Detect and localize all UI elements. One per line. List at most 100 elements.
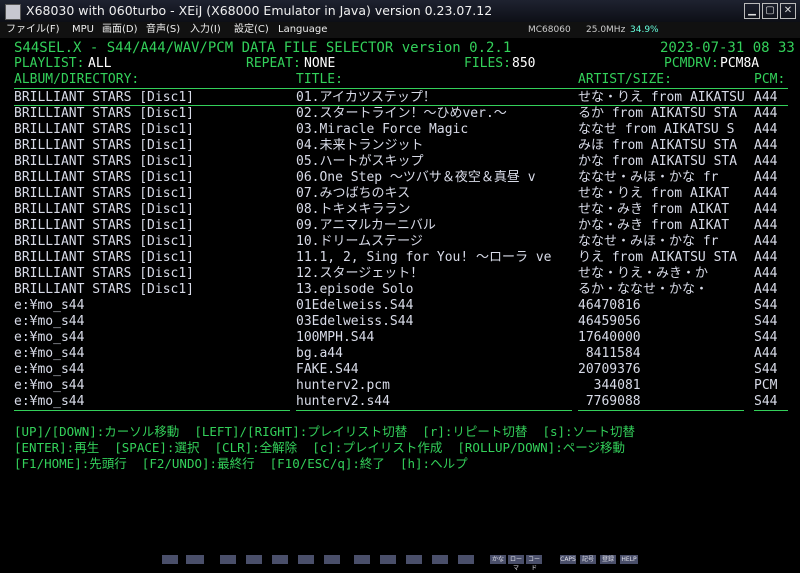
function-key-bar: かな ローマ コード CAPS 記号 登録 HELP — [0, 552, 800, 572]
cell-pcm: A44 — [754, 170, 778, 185]
cell-album: BRILLIANT STARS [Disc1] — [14, 138, 195, 153]
table-row[interactable]: BRILLIANT STARS [Disc1] 10.ドリームステージ ななせ・みほ… — [0, 234, 800, 250]
table-row[interactable]: BRILLIANT STARS [Disc1] 05.ハートがスキップ かな fro… — [0, 154, 800, 170]
cell-title: 11.1, 2, Sing for You! ～ローラ ve — [296, 250, 552, 265]
menu-settings[interactable]: 設定(C) — [234, 22, 269, 38]
pcmdrv-value: PCM8A — [720, 56, 760, 71]
cell-artist: 8411584 — [578, 346, 641, 361]
cell-pcm: A44 — [754, 250, 778, 265]
fkey-f6[interactable] — [354, 555, 370, 564]
window-titlebar: X68030 with 060turbo - XEiJ (X68000 Emul… — [0, 0, 800, 22]
fkey-kana[interactable]: かな — [490, 555, 506, 564]
menu-sound[interactable]: 音声(S) — [146, 22, 180, 38]
menu-language[interactable]: Language — [278, 22, 327, 38]
table-row[interactable]: BRILLIANT STARS [Disc1] 12.スタージェット！ せな・りえ・… — [0, 266, 800, 282]
menu-file[interactable]: ファイル(F) — [6, 22, 60, 38]
cell-pcm: S44 — [754, 362, 778, 377]
header-divider — [14, 88, 788, 89]
cpu-model: MC68060 — [528, 25, 571, 35]
menu-screen[interactable]: 画面(D) — [102, 22, 138, 38]
table-row[interactable]: BRILLIANT STARS [Disc1] 09.アニマルカーニバル かな・みき… — [0, 218, 800, 234]
menu-input[interactable]: 入力(I) — [190, 22, 221, 38]
cell-title: hunterv2.s44 — [296, 394, 390, 409]
emulator-screen[interactable]: S44SEL.X - S44/A44/WAV/PCM DATA FILE SEL… — [0, 38, 800, 552]
list-bottom-line-pcm — [754, 410, 788, 411]
cell-title: 04.未来トランジット — [296, 138, 424, 153]
cell-artist: ななせ・みほ・かな fr — [578, 170, 719, 185]
table-row[interactable]: e:¥mo_s44 100MPH.S44 17640000 S44 — [0, 330, 800, 346]
fkey-f3[interactable] — [272, 555, 288, 564]
cell-album: BRILLIANT STARS [Disc1] — [14, 202, 195, 217]
fkey-f7[interactable] — [380, 555, 396, 564]
table-row[interactable]: e:¥mo_s44 FAKE.S44 20709376 S44 — [0, 362, 800, 378]
fkey-romaji[interactable]: ローマ — [508, 555, 524, 572]
table-row[interactable]: BRILLIANT STARS [Disc1] 13.episode Solo るか… — [0, 282, 800, 298]
playlist-value: ALL — [88, 56, 112, 71]
cell-artist: せな・りえ from AIKATSU — [578, 90, 744, 105]
app-header: S44SEL.X - S44/A44/WAV/PCM DATA FILE SEL… — [0, 40, 800, 56]
fkey-f8[interactable] — [406, 555, 422, 564]
cell-artist: かな・みき from AIKAT — [578, 218, 730, 233]
fkey-f5[interactable] — [324, 555, 340, 564]
cell-title: 01.アイカツステップ！ — [296, 90, 436, 105]
help-line-2: [ENTER]:再生 [SPACE]:選択 [CLR]:全解除 [c]:プレイリ… — [14, 440, 625, 455]
cell-artist: ななせ from AIKATSU S — [578, 122, 735, 137]
fkey-help[interactable]: HELP — [620, 555, 638, 564]
cell-title: 08.トキメキララン — [296, 202, 411, 217]
table-row[interactable]: BRILLIANT STARS [Disc1] 11.1, 2, Sing for… — [0, 250, 800, 266]
cell-artist: りえ from AIKATSU STA — [578, 250, 738, 265]
table-row[interactable]: BRILLIANT STARS [Disc1] 01.アイカツステップ！ せな・りえ… — [0, 90, 800, 106]
table-row[interactable]: e:¥mo_s44 hunterv2.pcm 344081 PCM — [0, 378, 800, 394]
table-row[interactable]: BRILLIANT STARS [Disc1] 02.スタートライン！～ひめver… — [0, 106, 800, 122]
fkey-code[interactable]: コード — [526, 555, 542, 572]
app-heading: S44SEL.X - S44/A44/WAV/PCM DATA FILE SEL… — [14, 40, 512, 56]
table-row[interactable]: e:¥mo_s44 01Edelweiss.S44 46470816 S44 — [0, 298, 800, 314]
cpu-frequency: 25.0MHz — [586, 25, 626, 35]
cell-pcm: A44 — [754, 154, 778, 169]
cell-pcm: A44 — [754, 346, 778, 361]
playlist-label: PLAYLIST: — [14, 56, 85, 71]
cell-pcm: A44 — [754, 106, 778, 121]
column-headers: ALBUM/DIRECTORY: TITLE: ARTIST/SIZE: PCM… — [0, 72, 800, 88]
list-bottom-line-album — [14, 410, 290, 411]
fkey-f9[interactable] — [432, 555, 448, 564]
cell-artist: るか from AIKATSU STA — [578, 106, 738, 121]
fkey-copy[interactable] — [186, 555, 204, 564]
cell-pcm: A44 — [754, 218, 778, 233]
maximize-icon[interactable]: ▢ — [762, 3, 778, 19]
cell-pcm: A44 — [754, 266, 778, 281]
table-row[interactable]: e:¥mo_s44 03Edelweiss.S44 46459056 S44 — [0, 314, 800, 330]
cell-album: BRILLIANT STARS [Disc1] — [14, 186, 195, 201]
table-row[interactable]: e:¥mo_s44 bg.a44 8411584 A44 — [0, 346, 800, 362]
cell-artist: 17640000 — [578, 330, 641, 345]
cell-pcm: A44 — [754, 90, 778, 105]
list-bottom-line-title — [296, 410, 572, 411]
table-row[interactable]: e:¥mo_s44 hunterv2.s44 7769088 S44 — [0, 394, 800, 410]
cell-pcm: S44 — [754, 314, 778, 329]
table-row[interactable]: BRILLIANT STARS [Disc1] 03.Miracle Force … — [0, 122, 800, 138]
cell-album: BRILLIANT STARS [Disc1] — [14, 266, 195, 281]
table-row[interactable]: BRILLIANT STARS [Disc1] 06.One Step ～ツバサ＆… — [0, 170, 800, 186]
cell-pcm: A44 — [754, 186, 778, 201]
menu-mpu[interactable]: MPU — [72, 22, 94, 38]
cell-title: 06.One Step ～ツバサ＆夜空＆真昼 v — [296, 170, 536, 185]
pcmdrv-label: PCMDRV: — [664, 56, 719, 71]
table-row[interactable]: BRILLIANT STARS [Disc1] 08.トキメキララン せな・みき f… — [0, 202, 800, 218]
fkey-f2[interactable] — [246, 555, 262, 564]
fkey-caps[interactable]: CAPS — [560, 555, 576, 564]
cell-artist: 46470816 — [578, 298, 641, 313]
table-row[interactable]: BRILLIANT STARS [Disc1] 07.みつばちのキス せな・りえ f… — [0, 186, 800, 202]
fkey-f10[interactable] — [458, 555, 474, 564]
fkey-kigou[interactable]: 記号 — [580, 555, 596, 564]
cell-pcm: PCM — [754, 378, 778, 393]
fkey-break[interactable] — [162, 555, 178, 564]
table-row[interactable]: BRILLIANT STARS [Disc1] 04.未来トランジット みほ fro… — [0, 138, 800, 154]
fkey-f4[interactable] — [298, 555, 314, 564]
minimize-icon[interactable]: ▁ — [744, 3, 760, 19]
cell-title: 10.ドリームステージ — [296, 234, 423, 249]
cell-album: e:¥mo_s44 — [14, 330, 85, 345]
fkey-touroku[interactable]: 登録 — [600, 555, 616, 564]
fkey-f1[interactable] — [220, 555, 236, 564]
close-icon[interactable]: ✕ — [780, 3, 796, 19]
cell-album: BRILLIANT STARS [Disc1] — [14, 106, 195, 121]
